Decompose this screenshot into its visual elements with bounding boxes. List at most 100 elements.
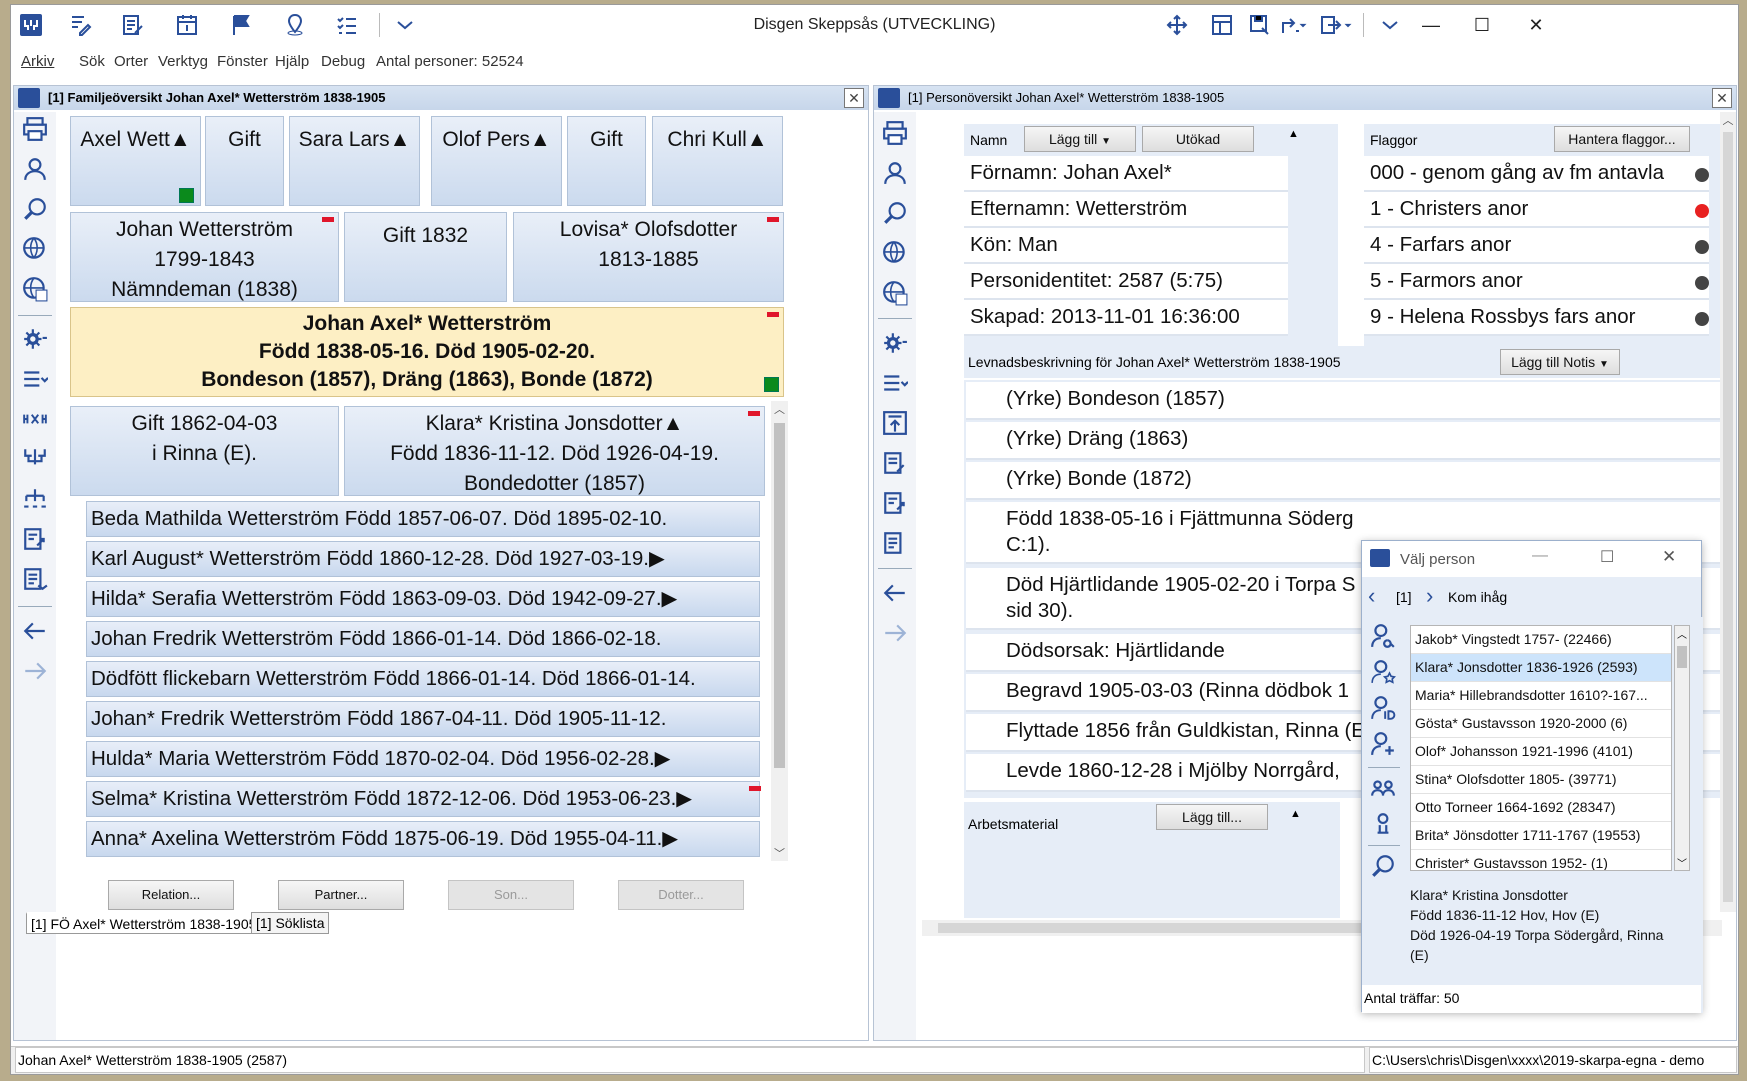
son-button[interactable]: Son...: [448, 880, 574, 910]
flag-row[interactable]: 9 - Helena Rossbys fars anor: [1364, 300, 1709, 336]
tab-search-list[interactable]: [1] Söklista: [251, 912, 330, 934]
event-row[interactable]: (Yrke) Bondeson (1857): [966, 382, 1726, 420]
report-list-icon[interactable]: [880, 528, 910, 558]
search-icon[interactable]: [20, 194, 50, 224]
collapse-up-icon[interactable]: ▲: [1288, 128, 1299, 140]
upload-icon[interactable]: [880, 408, 910, 438]
search-icon[interactable]: [1368, 851, 1398, 881]
list-item-selected[interactable]: Klara* Jonsdotter 1836-1926 (2593): [1411, 654, 1671, 682]
search-icon[interactable]: [880, 198, 910, 228]
flag-row[interactable]: 000 - genom gång av fm antavla: [1364, 156, 1709, 192]
lastname-field[interactable]: Efternamn: Wetterström: [964, 192, 1288, 228]
nav-back-icon[interactable]: ‹: [1368, 583, 1375, 609]
report-list-icon[interactable]: [20, 564, 50, 594]
mother-card[interactable]: Lovisa* Olofsdotter 1813-1885: [513, 212, 784, 302]
list-menu-icon[interactable]: [20, 364, 50, 394]
grandparent-maternal-father[interactable]: Olof Pers▲: [431, 116, 562, 206]
gender-field[interactable]: Kön: Man: [964, 228, 1288, 264]
list-menu-icon[interactable]: [880, 368, 910, 398]
report-import-icon[interactable]: [880, 488, 910, 518]
relation-button[interactable]: Relation...: [108, 880, 234, 910]
chevron-down-icon[interactable]: [1296, 11, 1310, 39]
nav-forward-icon[interactable]: ›: [1426, 583, 1433, 609]
person-search-icon[interactable]: [1368, 621, 1398, 651]
globe-list-icon[interactable]: [880, 278, 910, 308]
partner-button[interactable]: Partner...: [278, 880, 404, 910]
list-item[interactable]: Olof* Johansson 1921-1996 (4101): [1411, 738, 1671, 766]
print-icon[interactable]: [880, 118, 910, 148]
arrow-back-icon[interactable]: [20, 616, 50, 646]
save-layout-icon[interactable]: [1246, 11, 1274, 39]
list-item[interactable]: Brita* Jönsdotter 1711-1767 (19553): [1411, 822, 1671, 850]
chevron-down-icon[interactable]: [1341, 11, 1355, 39]
globe-person-icon[interactable]: [880, 238, 910, 268]
child-row[interactable]: Karl August* Wetterström Född 1860-12-28…: [86, 541, 760, 577]
list-scrollbar[interactable]: ︿ ﹀: [1674, 625, 1690, 871]
list-item[interactable]: Christer* Gustavsson 1952- (1): [1411, 850, 1671, 870]
grandparent-paternal-mother[interactable]: Sara Lars▲: [289, 116, 420, 206]
grandparents-marriage-maternal[interactable]: Gift: [567, 116, 646, 206]
list-item[interactable]: Jakob* Vingstedt 1757- (22466): [1411, 626, 1671, 654]
person-vscroll[interactable]: ︿: [1720, 112, 1736, 912]
collapse-up-icon[interactable]: ▲: [1290, 808, 1301, 820]
grandparent-maternal-mother[interactable]: Chri Kull▲: [652, 116, 783, 206]
event-row[interactable]: (Yrke) Dräng (1863): [966, 422, 1726, 460]
layout-icon[interactable]: [1208, 11, 1236, 39]
arrow-forward-icon[interactable]: [880, 618, 910, 648]
child-row[interactable]: Dödfött flickebarn Wetterström Född 1866…: [86, 661, 760, 697]
menu-hjalp[interactable]: Hjälp: [275, 53, 309, 70]
grandparents-marriage[interactable]: Gift: [205, 116, 284, 206]
list-item[interactable]: Gösta* Gustavsson 1920-2000 (6): [1411, 710, 1671, 738]
parents-marriage-card[interactable]: Gift 1832: [344, 212, 507, 302]
firstname-field[interactable]: Förnamn: Johan Axel*: [964, 156, 1288, 192]
remember-label[interactable]: Kom ihåg: [1448, 589, 1507, 605]
settings-gear-icon[interactable]: [20, 324, 50, 354]
list-item[interactable]: Otto Torneer 1664-1692 (28347): [1411, 794, 1671, 822]
menu-fonster[interactable]: Fönster: [217, 53, 268, 70]
flag-row[interactable]: 4 - Farfars anor: [1364, 228, 1709, 264]
flag-row[interactable]: 5 - Farmors anor: [1364, 264, 1709, 300]
minimize-button[interactable]: —: [1416, 13, 1446, 37]
menu-arkiv[interactable]: Arkiv: [21, 53, 54, 70]
marriage-card[interactable]: Gift 1862-04-03 i Rinna (E).: [70, 406, 339, 496]
list-item[interactable]: Stina* Olofsdotter 1805- (39771): [1411, 766, 1671, 794]
menu-sok[interactable]: Sök: [79, 53, 105, 70]
settings-gear-icon[interactable]: [880, 328, 910, 358]
spouse-card[interactable]: Klara* Kristina Jonsdotter▲ Född 1836-11…: [344, 406, 765, 496]
scroll-thumb[interactable]: [774, 423, 785, 768]
person-add-icon[interactable]: [1368, 729, 1398, 759]
manage-flags-button[interactable]: Hantera flaggor...: [1554, 126, 1690, 152]
descendants-icon[interactable]: [20, 484, 50, 514]
toolbar-overflow-icon[interactable]: [391, 11, 419, 39]
move-icon[interactable]: [1163, 11, 1191, 39]
notes-icon[interactable]: [119, 11, 147, 39]
close-panel-button[interactable]: ✕: [844, 88, 864, 108]
edit-person-icon[interactable]: [66, 11, 94, 39]
add-note-dropdown[interactable]: Lägg till Notis ▼: [1500, 349, 1620, 375]
close-panel-button[interactable]: ✕: [1712, 88, 1732, 108]
calendar-icon[interactable]: [173, 11, 201, 39]
flag-row[interactable]: 1 - Christers anor: [1364, 192, 1709, 228]
grandparent-paternal-father[interactable]: Axel Wett▲: [70, 116, 201, 206]
location-icon[interactable]: [281, 11, 309, 39]
close-button[interactable]: ✕: [1521, 13, 1551, 37]
dialog-close-button[interactable]: ✕: [1662, 547, 1676, 567]
add-work-button[interactable]: Lägg till...: [1156, 804, 1268, 830]
created-field[interactable]: Skapad: 2013-11-01 16:36:00: [964, 300, 1288, 336]
daughter-button[interactable]: Dotter...: [618, 880, 744, 910]
arrow-back-icon[interactable]: [880, 578, 910, 608]
child-row[interactable]: Johan* Fredrik Wetterström Född 1867-04-…: [86, 701, 760, 737]
person-icon[interactable]: [880, 158, 910, 188]
menu-orter[interactable]: Orter: [114, 53, 148, 70]
scroll-thumb[interactable]: [1723, 132, 1733, 902]
father-card[interactable]: Johan Wetterström 1799-1843 Nämndeman (1…: [70, 212, 339, 302]
group-icon[interactable]: [1368, 773, 1398, 803]
extended-button[interactable]: Utökad: [1142, 126, 1254, 152]
globe-list-icon[interactable]: [20, 274, 50, 304]
child-row[interactable]: Anna* Axelina Wetterström Född 1875-06-1…: [86, 821, 760, 857]
scroll-thumb[interactable]: [1677, 646, 1687, 668]
arrow-forward-icon[interactable]: [20, 656, 50, 686]
person-id-icon[interactable]: [1368, 693, 1398, 723]
dialog-minimize-button[interactable]: —: [1532, 547, 1548, 565]
child-row[interactable]: Hilda* Serafia Wetterström Född 1863-09-…: [86, 581, 760, 617]
